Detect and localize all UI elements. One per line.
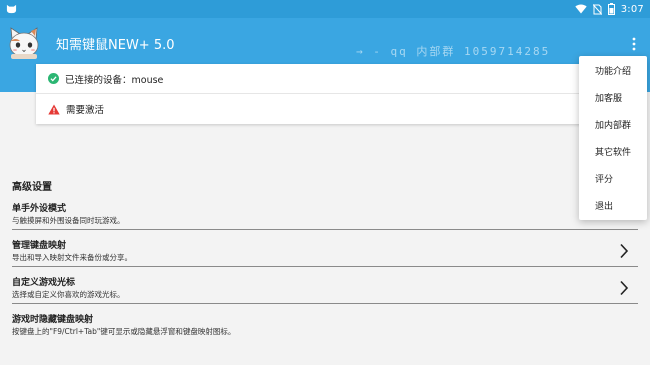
advanced-settings-title: 高级设置 [12, 182, 52, 193]
chevron-right-icon [620, 280, 629, 296]
menu-item-features[interactable]: 功能介绍 [579, 57, 647, 84]
setting-manage-keymap[interactable]: 管理键盘映射 导出和导入映射文件来备份或分享。 [12, 233, 638, 270]
divider [12, 229, 638, 230]
overflow-menu: 功能介绍 加客服 加内部群 其它软件 评分 退出 [579, 56, 647, 220]
app-bar: 知需键鼠NEW+ 5.0 → - qq 内部群 1059714285 [0, 18, 650, 70]
menu-item-rate[interactable]: 评分 [579, 165, 647, 192]
status-time: 3:07 [620, 3, 644, 15]
more-vert-icon[interactable] [628, 34, 640, 54]
status-bar: 3:07 [0, 0, 650, 18]
chevron-right-icon [620, 243, 629, 259]
check-circle-icon [48, 73, 59, 84]
connected-device-row: 已连接的设备：mouse [36, 64, 614, 94]
no-sim-icon [592, 3, 602, 15]
menu-item-internal-group[interactable]: 加内部群 [579, 111, 647, 138]
activation-text: 需要激活 [66, 105, 105, 116]
app-logo-cat-icon [9, 27, 39, 59]
app-notification-icon [6, 4, 17, 14]
setting-title: 游戏时隐藏键盘映射 [12, 315, 94, 325]
setting-description: 按键盘上的"F9/Ctrl+Tab"键可显示或隐藏悬浮窗和键盘映射图标。 [12, 327, 236, 336]
device-status-card: 已连接的设备：mouse 需要激活 [36, 64, 614, 124]
menu-item-customer-service[interactable]: 加客服 [579, 84, 647, 111]
setting-title: 管理键盘映射 [12, 241, 67, 251]
setting-description: 导出和导入映射文件来备份或分享。 [12, 253, 132, 262]
setting-description: 与触摸屏和外围设备同时玩游戏。 [12, 216, 125, 225]
setting-title: 单手外设模式 [12, 204, 67, 214]
divider [12, 266, 638, 267]
setting-description: 选择或自定义你喜欢的游戏光标。 [12, 290, 125, 299]
battery-icon [607, 3, 615, 15]
menu-item-exit[interactable]: 退出 [579, 192, 647, 219]
status-icons: 3:07 [575, 2, 644, 16]
menu-item-other-apps[interactable]: 其它软件 [579, 138, 647, 165]
setting-custom-cursor[interactable]: 自定义游戏光标 选择或自定义你喜欢的游戏光标。 [12, 270, 638, 307]
setting-hide-keymap-ingame[interactable]: 游戏时隐藏键盘映射 按键盘上的"F9/Ctrl+Tab"键可显示或隐藏悬浮窗和键… [12, 307, 638, 344]
warning-icon [48, 104, 60, 114]
divider [12, 303, 638, 304]
app-title: 知需键鼠NEW+ 5.0 [56, 38, 175, 53]
activation-row[interactable]: 需要激活 [36, 94, 614, 124]
connected-device-text: 已连接的设备：mouse [65, 74, 164, 86]
setting-title: 自定义游戏光标 [12, 278, 76, 288]
wifi-icon [575, 4, 587, 14]
qq-group-watermark: → - qq 内部群 1059714285 [356, 45, 551, 58]
setting-one-hand-mode[interactable]: 单手外设模式 与触摸屏和外围设备同时玩游戏。 [12, 196, 638, 233]
